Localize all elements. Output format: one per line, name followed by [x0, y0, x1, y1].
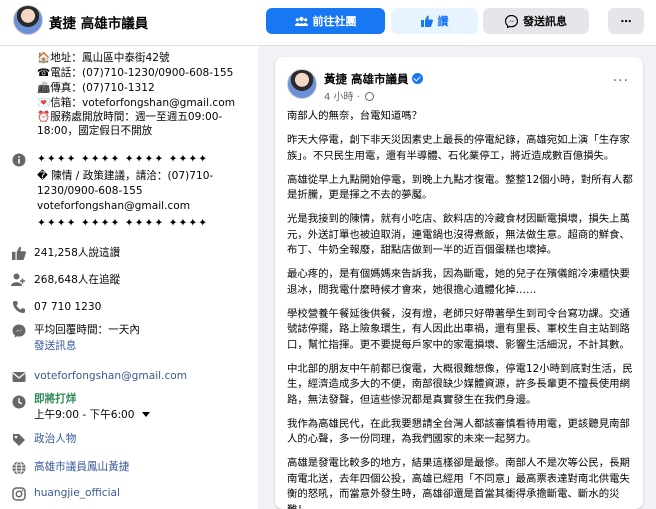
page-title[interactable]: 黃捷 高雄市議員 [49, 12, 148, 32]
send-message-label: 發送訊息 [523, 15, 567, 28]
open-hours-dropdown[interactable]: 上午9:00 - 下午6:00 [34, 408, 150, 422]
intro-petition-line1: � 陳情 / 政策建議，請洽：(07)710- [37, 170, 214, 182]
likes-count: 241,258人說這讚 [34, 247, 121, 259]
post-paragraph: 學校營養午餐延後供餐，沒有燈，老師只好帶著學生到司令台寫功課。交通號誌停擺，路上… [287, 307, 630, 351]
response-time: 平均回覆時間：一天內 [34, 324, 140, 336]
intro-fax: 📠傳真：(07)710-1312 [37, 82, 155, 94]
phone-number[interactable]: 07 710 1230 [34, 300, 101, 314]
intro-hours-line2: 18:00，國定假日不開放 [37, 125, 153, 137]
verified-badge-icon [411, 73, 423, 84]
intro-panel: 🏠地址：鳳山區中泰街42號 ☎電話：(07)710-1230/0900-608-… [0, 46, 258, 509]
intro-petition-line2: 1230/0900-608-155 [37, 185, 143, 197]
post-more-button[interactable]: ··· [613, 73, 629, 89]
email-link[interactable]: voteforfongshan@gmail.com [34, 369, 187, 383]
followers-count: 268,648人在追蹤 [34, 274, 121, 286]
send-message-button[interactable]: 發送訊息 [483, 8, 589, 34]
post-paragraph: 高雄是發電比較多的地方，結果這樣卻是最慘。南部人不是次等公民，長期南電北送，去年… [287, 457, 630, 509]
messenger-icon [505, 14, 518, 28]
website-link[interactable]: 高雄市議員鳳山黃捷 [34, 460, 129, 474]
group-icon [294, 16, 308, 26]
post-time-text: 4 小時 · [324, 92, 360, 103]
like-button[interactable]: 讚 [391, 8, 478, 34]
phone-icon [10, 298, 27, 315]
thumbs-up-icon [420, 15, 433, 27]
intro-phone: ☎電話：(07)710-1230/0900-608-155 [37, 67, 234, 79]
page-avatar[interactable] [13, 5, 43, 35]
instagram-icon [10, 485, 27, 502]
tag-icon [10, 431, 27, 448]
category-link[interactable]: 政治人物 [34, 432, 76, 446]
post-author[interactable]: 黃捷 高雄市議員 [324, 71, 423, 87]
thumbs-up-icon [10, 244, 27, 261]
post-card: 黃捷 高雄市議員 4 小時 · ··· 南部人的無奈，台電知道嗎？ 昨天大停電，… [275, 57, 643, 509]
go-to-community-button[interactable]: 前往社團 [266, 8, 385, 34]
link-icon [10, 459, 27, 476]
more-icon: ⋯ [620, 14, 632, 28]
send-message-link[interactable]: 發送訊息 [34, 339, 76, 353]
globe-icon [365, 92, 375, 101]
mail-icon [10, 368, 27, 385]
follow-icon [10, 271, 27, 288]
intro-address: 🏠地址：鳳山區中泰街42號 [37, 52, 170, 64]
intro-email-box: 💌信箱：voteforfongshan@gmail.com [37, 97, 236, 109]
page-header: 黃捷 高雄市議員 前往社團 讚 發送訊息 ⋯ [0, 0, 656, 46]
post-avatar[interactable] [287, 69, 317, 99]
open-status: 即將打烊 [34, 393, 77, 405]
post-timestamp[interactable]: 4 小時 · [324, 88, 375, 103]
post-paragraph: 高雄從早上九點開始停電，到晚上九點才復電。整整12個小時，對所有人都是折騰，更是… [287, 173, 633, 202]
more-options-button[interactable]: ⋯ [608, 8, 644, 34]
post-paragraph: 南部人的無奈，台電知道嗎？ [287, 110, 423, 122]
like-label: 讚 [437, 15, 449, 28]
intro-divider: ✦✦✦✦ ✦✦✦✦ ✦✦✦✦ ✦✦✦✦ [37, 153, 209, 165]
go-to-community-label: 前往社團 [312, 15, 357, 28]
open-hours: 上午9:00 - 下午6:00 [34, 409, 135, 421]
intro-petition-email: voteforfongshan@gmail.com [37, 200, 191, 212]
post-body: 南部人的無奈，台電知道嗎？ 昨天大停電，創下非天災因素史上最長的停電紀錄，高雄宛… [287, 109, 633, 509]
post-paragraph: 光是我接到的陳情，就有小吃店、飲料店的冷藏食材因斷電損壞，損失上萬元，外送訂單也… [287, 213, 630, 256]
clock-icon [10, 393, 27, 410]
intro-divider: ✦✦✦✦ ✦✦✦✦ ✦✦✦✦ ✦✦✦✦ [37, 217, 209, 229]
post-paragraph: 最心疼的，是有個媽媽來告訴我，因為斷電，她的兒子在殯儀館冷凍櫃快要退冰，問我電什… [287, 268, 630, 296]
post-paragraph: 昨天大停電，創下非天災因素史上最長的停電紀錄，高雄宛如上演「生存家族」。不只民生… [287, 134, 630, 162]
post-paragraph: 中北部的朋友中午前都已復電，大概很難想像，停電12小時到底對生活，民生，經濟造成… [287, 362, 633, 406]
info-icon [10, 151, 27, 168]
chevron-down-icon [141, 412, 150, 417]
post-paragraph: 我作為高雄民代，在此我要懇請全台灣人都該審慎看待用電，更該聽見南部人的心聲，多一… [287, 417, 630, 446]
intro-hours-line1: ⏰服務處開放時間：週一至週五09:00- [37, 111, 223, 123]
messenger-icon [10, 322, 27, 339]
post-author-name: 黃捷 高雄市議員 [324, 72, 409, 86]
instagram-link[interactable]: huangjie_official [34, 486, 120, 500]
